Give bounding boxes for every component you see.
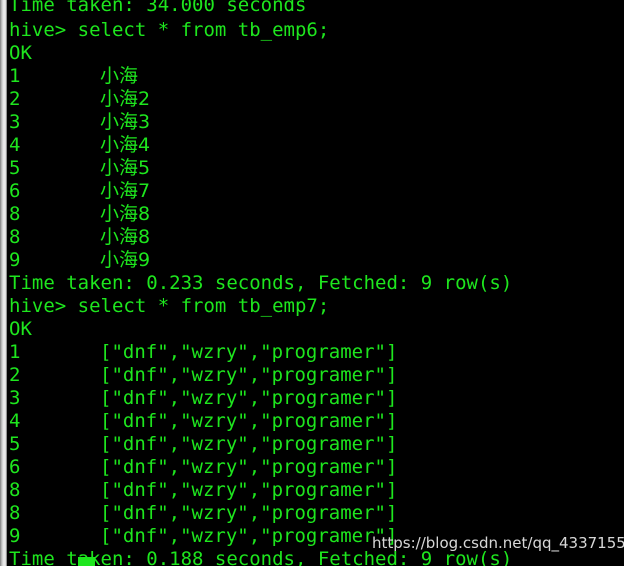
terminal-result-row: 9 小海9 — [9, 249, 150, 272]
row-id-cell: 3 — [9, 111, 21, 133]
terminal-result-row: 1 小海 — [9, 65, 138, 88]
csdn-watermark: https://blog.csdn.net/qq_43371556 — [372, 534, 624, 552]
terminal-screen[interactable]: Time taken: 34.000 seconds hive> select *… — [7, 0, 624, 566]
terminal-result-row: 2 ["dnf","wzry","programer"] — [9, 364, 397, 387]
text-cursor — [78, 557, 95, 566]
terminal-result-row: 3 小海3 — [9, 111, 150, 134]
row-id-cell: 6 — [9, 180, 21, 202]
row-id-cell: 2 — [9, 88, 21, 110]
row-value-cell: 小海8 — [100, 226, 151, 248]
row-value-cell: ["dnf","wzry","programer"] — [100, 387, 398, 409]
row-value-cell: ["dnf","wzry","programer"] — [100, 410, 398, 432]
row-value-cell: 小海4 — [100, 134, 151, 156]
row-value-cell: ["dnf","wzry","programer"] — [100, 456, 398, 478]
row-value-cell: 小海8 — [100, 203, 151, 225]
row-value-cell: ["dnf","wzry","programer"] — [100, 364, 398, 386]
row-value-cell: 小海5 — [100, 157, 151, 179]
row-value-cell: ["dnf","wzry","programer"] — [100, 341, 398, 363]
terminal-command-line: hive> select * from tb_emp6; — [9, 19, 330, 41]
terminal-status-line: OK — [9, 318, 32, 340]
terminal-result-row: 8 小海8 — [9, 226, 150, 249]
terminal-output-line: Time taken: 34.000 seconds — [9, 0, 307, 16]
row-id-cell: 5 — [9, 433, 21, 455]
row-id-cell: 6 — [9, 456, 21, 478]
terminal-result-row: 5 ["dnf","wzry","programer"] — [9, 433, 397, 456]
terminal-result-row: 3 ["dnf","wzry","programer"] — [9, 387, 397, 410]
terminal-result-row: 6 小海7 — [9, 180, 150, 203]
row-value-cell: 小海3 — [100, 111, 151, 133]
row-id-cell: 4 — [9, 410, 21, 432]
row-id-cell: 8 — [9, 203, 21, 225]
terminal-result-row: 2 小海2 — [9, 88, 150, 111]
row-id-cell: 8 — [9, 502, 21, 524]
row-id-cell: 8 — [9, 479, 21, 501]
terminal-result-row: 4 ["dnf","wzry","programer"] — [9, 410, 397, 433]
terminal-status-line: OK — [9, 42, 32, 64]
row-value-cell: ["dnf","wzry","programer"] — [100, 433, 398, 455]
row-id-cell: 1 — [9, 341, 21, 363]
terminal-result-row: 8 ["dnf","wzry","programer"] — [9, 502, 397, 525]
row-id-cell: 9 — [9, 525, 21, 547]
row-value-cell: ["dnf","wzry","programer"] — [100, 525, 398, 547]
row-id-cell: 5 — [9, 157, 21, 179]
terminal-output-line: Time taken: 0.233 seconds, Fetched: 9 ro… — [9, 272, 513, 294]
terminal-command-line: hive> select * from tb_emp7; — [9, 295, 330, 317]
row-id-cell: 9 — [9, 249, 21, 271]
terminal-result-row: 1 ["dnf","wzry","programer"] — [9, 341, 397, 364]
row-id-cell: 2 — [9, 364, 21, 386]
row-value-cell: 小海 — [100, 65, 139, 87]
row-value-cell: 小海2 — [100, 88, 151, 110]
row-id-cell: 8 — [9, 226, 21, 248]
row-id-cell: 4 — [9, 134, 21, 156]
terminal-result-row: 5 小海5 — [9, 157, 150, 180]
terminal-window[interactable]: Time taken: 34.000 seconds hive> select *… — [0, 0, 624, 566]
terminal-result-row: 8 小海8 — [9, 203, 150, 226]
window-left-scrollbar[interactable] — [0, 0, 7, 566]
row-id-cell: 1 — [9, 65, 21, 87]
row-id-cell: 3 — [9, 387, 21, 409]
terminal-result-row: 8 ["dnf","wzry","programer"] — [9, 479, 397, 502]
row-value-cell: 小海7 — [100, 180, 151, 202]
terminal-result-row: 6 ["dnf","wzry","programer"] — [9, 456, 397, 479]
row-value-cell: ["dnf","wzry","programer"] — [100, 479, 398, 501]
row-value-cell: 小海9 — [100, 249, 151, 271]
terminal-result-row: 4 小海4 — [9, 134, 150, 157]
terminal-result-row: 9 ["dnf","wzry","programer"] — [9, 525, 397, 548]
row-value-cell: ["dnf","wzry","programer"] — [100, 502, 398, 524]
